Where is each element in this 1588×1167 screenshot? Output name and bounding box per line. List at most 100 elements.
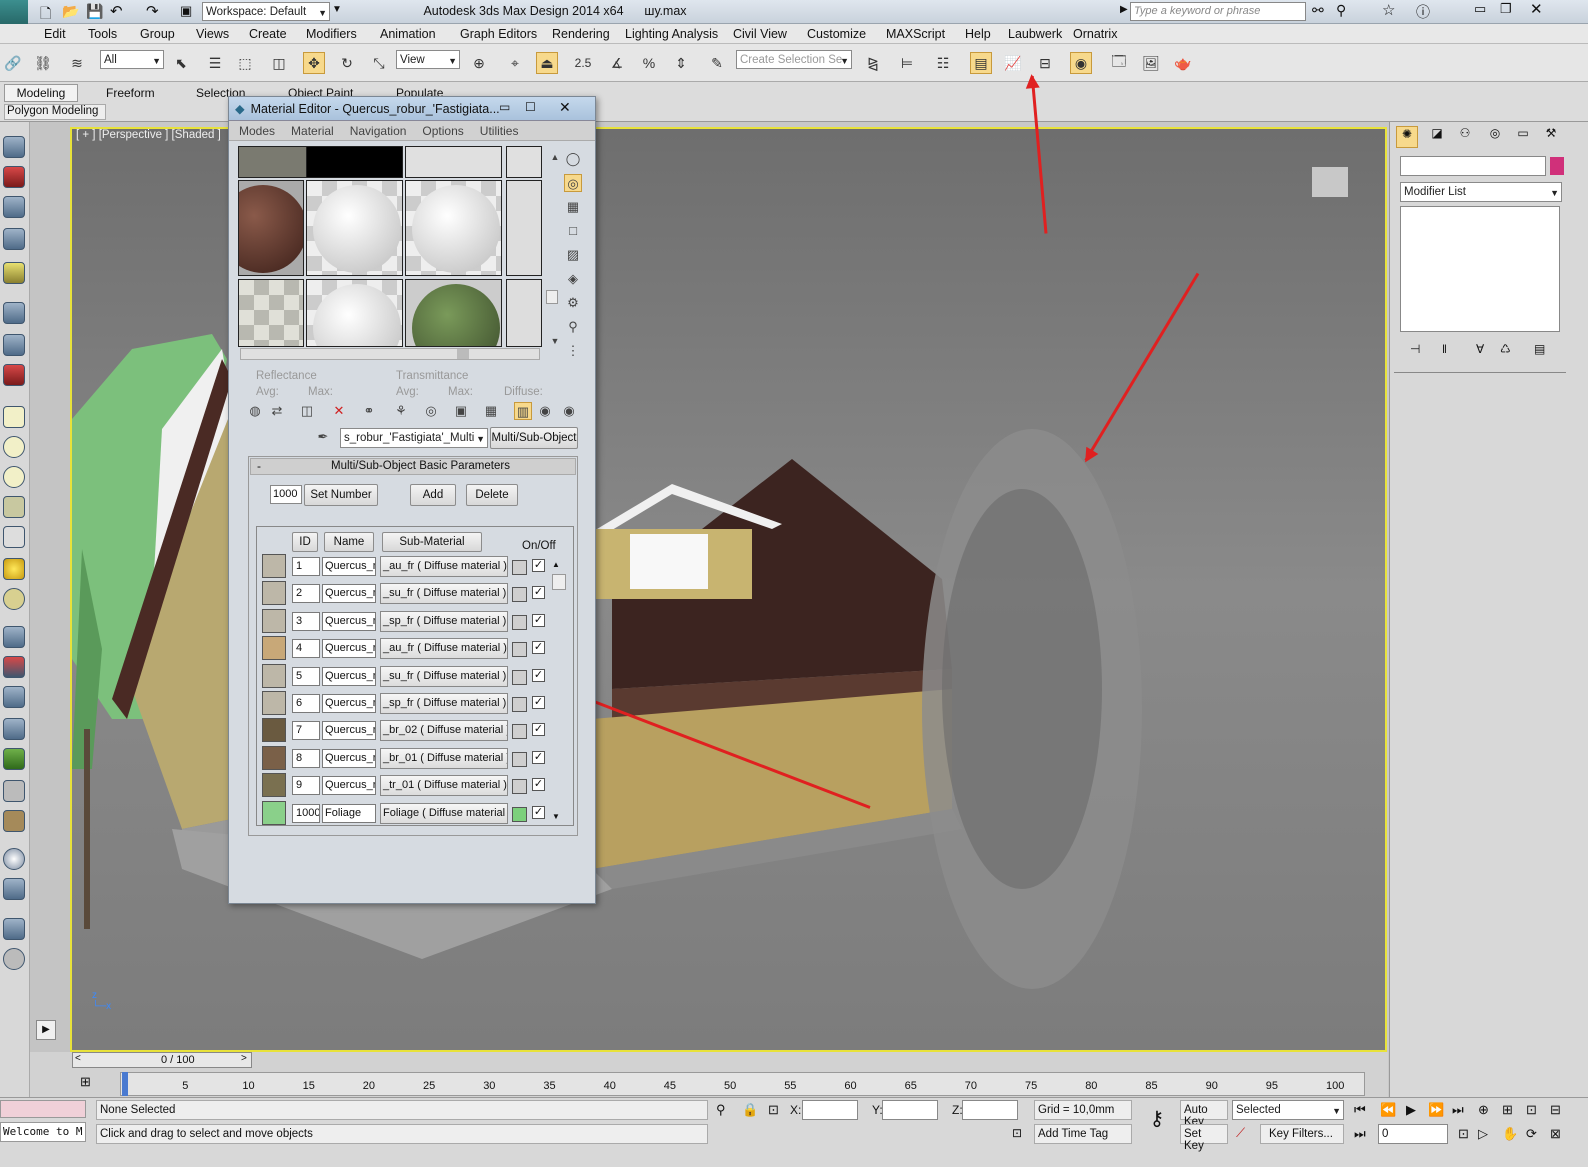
show-end-result-icon[interactable]: ‖ <box>1442 342 1447 356</box>
selection-filter-dropdown[interactable]: All ▼ <box>100 50 164 69</box>
isolate-selection-icon[interactable]: ⚲ <box>716 1102 726 1118</box>
sub-material-thumbnail[interactable] <box>262 581 286 606</box>
sub-material-id[interactable]: 4 <box>292 639 320 659</box>
tool-icon[interactable] <box>3 334 25 356</box>
sub-material-id[interactable]: 6 <box>292 694 320 713</box>
go-to-start-icon[interactable]: ⏮ <box>1354 1102 1366 1118</box>
sub-material-color-swatch[interactable] <box>512 587 527 603</box>
sub-material-id[interactable]: 2 <box>292 584 320 604</box>
go-to-end-icon[interactable]: ⏭ <box>1452 1102 1464 1118</box>
sphere-icon[interactable] <box>3 436 25 458</box>
sub-material-name[interactable]: Foliage <box>322 803 376 823</box>
play-icon[interactable]: ▶ <box>1406 1102 1416 1118</box>
reset-map-icon[interactable]: ✕ <box>330 402 348 420</box>
schematic-view-icon[interactable]: ⊟ <box>1034 52 1056 74</box>
material-slot[interactable] <box>238 279 304 347</box>
key-mode-toggle-icon[interactable]: ⏭ <box>1354 1126 1366 1142</box>
sample-type-icon[interactable]: ◯ <box>564 150 582 168</box>
select-by-name-icon[interactable]: ☰ <box>204 52 226 74</box>
time-config-icon[interactable]: ⊡ <box>1458 1126 1469 1142</box>
add-button[interactable]: Add <box>410 484 456 506</box>
sub-material-name[interactable]: Quercus_r <box>322 694 376 713</box>
camera-icon[interactable] <box>3 302 25 324</box>
remove-modifier-icon[interactable]: ♺ <box>1500 342 1511 356</box>
menu-tools[interactable]: Tools <box>88 27 117 41</box>
add-time-tag[interactable]: Add Time Tag <box>1034 1124 1132 1144</box>
sub-material-id[interactable]: 8 <box>292 748 320 768</box>
minimize-icon[interactable]: ▭ <box>1474 1 1486 17</box>
sub-material-thumbnail[interactable] <box>262 745 286 770</box>
percent-snap-icon[interactable]: % <box>638 52 660 74</box>
key-mode-dropdown[interactable]: Selected ▼ <box>1232 1100 1344 1120</box>
reference-coordinate-dropdown[interactable]: View ▼ <box>396 50 460 69</box>
absolute-mode-icon[interactable]: ⊡ <box>768 1102 779 1118</box>
sub-material-id[interactable]: 3 <box>292 611 320 631</box>
sub-material-thumbnail[interactable] <box>262 608 286 633</box>
menu-create[interactable]: Create <box>249 27 287 41</box>
sub-material-id[interactable]: 7 <box>292 721 320 741</box>
key-icon[interactable]: ⚷ <box>1140 1106 1174 1136</box>
mated-menu-utilities[interactable]: Utilities <box>480 124 519 138</box>
tool-icon[interactable] <box>3 626 25 648</box>
tool-icon[interactable] <box>3 588 25 610</box>
sub-material-color-swatch[interactable] <box>512 779 527 795</box>
next-frame-icon[interactable]: > <box>241 1053 247 1064</box>
sub-material-button[interactable]: _br_01 ( Diffuse material ) <box>380 747 508 769</box>
zoom-extents-all-icon[interactable]: ⊟ <box>1550 1102 1561 1118</box>
sub-material-name[interactable]: Quercus_r <box>322 721 376 741</box>
sort-by-submaterial-button[interactable]: Sub-Material <box>382 532 482 552</box>
field-of-view-icon[interactable]: ▷ <box>1478 1126 1488 1142</box>
select-and-move-icon[interactable]: ✥ <box>303 52 325 74</box>
menu-graph-editors[interactable]: Graph Editors <box>460 27 537 41</box>
backlight-icon[interactable]: ◎ <box>564 174 582 192</box>
sub-material-button[interactable]: _su_fr ( Diffuse material ) <box>380 583 508 605</box>
put-to-library-icon[interactable]: ⚘ <box>392 402 410 420</box>
communication-center-icon[interactable]: ⚲ <box>1336 2 1346 19</box>
pan-icon[interactable]: ✋ <box>1502 1126 1518 1142</box>
menu-laubwerk[interactable]: Laubwerk <box>1008 27 1062 41</box>
make-unique-icon[interactable]: ⚭ <box>360 402 378 420</box>
mated-menu-navigation[interactable]: Navigation <box>350 124 407 138</box>
sub-material-name[interactable]: Quercus_r <box>322 666 376 686</box>
sub-material-color-swatch[interactable] <box>512 697 527 712</box>
select-and-link-icon[interactable]: 🔗 <box>2 52 24 74</box>
maximize-icon[interactable]: ☐ <box>525 100 536 114</box>
sub-material-id[interactable]: 5 <box>292 666 320 686</box>
tool-icon[interactable] <box>3 780 25 802</box>
sub-material-thumbnail[interactable] <box>262 718 286 743</box>
sub-material-color-swatch[interactable] <box>512 724 527 740</box>
sub-material-color-swatch[interactable] <box>512 806 527 822</box>
tool-icon[interactable] <box>3 918 25 940</box>
sub-material-thumbnail[interactable] <box>262 691 286 715</box>
window-crossing-icon[interactable]: ◫ <box>268 52 290 74</box>
next-frame-icon[interactable]: ⏩ <box>1428 1102 1444 1118</box>
zoom-icon[interactable]: ⊕ <box>1478 1102 1489 1118</box>
maxscript-listener-mini[interactable] <box>0 1100 86 1118</box>
menu-ornatrix[interactable]: Ornatrix <box>1073 27 1117 41</box>
modifier-list-dropdown[interactable]: Modifier List ▼ <box>1400 182 1562 202</box>
tool-icon[interactable] <box>3 196 25 218</box>
menu-maxscript[interactable]: MAXScript <box>886 27 945 41</box>
sub-material-onoff-checkbox[interactable]: ✓ <box>532 696 545 709</box>
mated-menu-options[interactable]: Options <box>422 124 463 138</box>
select-object-icon[interactable]: ⬉ <box>170 52 192 74</box>
sub-material-color-swatch[interactable] <box>512 614 527 630</box>
maxscript-input[interactable]: Welcome to M <box>0 1122 86 1142</box>
y-coordinate-field[interactable] <box>882 1100 938 1120</box>
x-coordinate-field[interactable] <box>802 1100 858 1120</box>
sub-material-button[interactable]: Foliage ( Diffuse material ) <box>380 802 508 824</box>
pick-from-object-icon[interactable]: ◉ <box>560 402 578 420</box>
material-editor-icon[interactable]: ◉ <box>1070 52 1092 74</box>
video-color-check-icon[interactable]: ▨ <box>564 246 582 264</box>
background-icon[interactable]: ▦ <box>564 198 582 216</box>
gear-icon[interactable] <box>3 718 25 740</box>
sub-material-onoff-checkbox[interactable]: ✓ <box>532 641 545 655</box>
mated-menu-modes[interactable]: Modes <box>239 124 275 138</box>
tool-icon[interactable] <box>3 686 25 708</box>
material-slot[interactable] <box>506 279 542 347</box>
motion-tab-icon[interactable]: ◎ <box>1484 126 1506 148</box>
restore-icon[interactable]: ❐ <box>1500 1 1512 17</box>
material-slot[interactable] <box>405 279 502 347</box>
sub-material-button[interactable]: _br_02 ( Diffuse material ) <box>380 720 508 742</box>
search-expand-icon[interactable]: ▶ <box>1120 4 1128 15</box>
